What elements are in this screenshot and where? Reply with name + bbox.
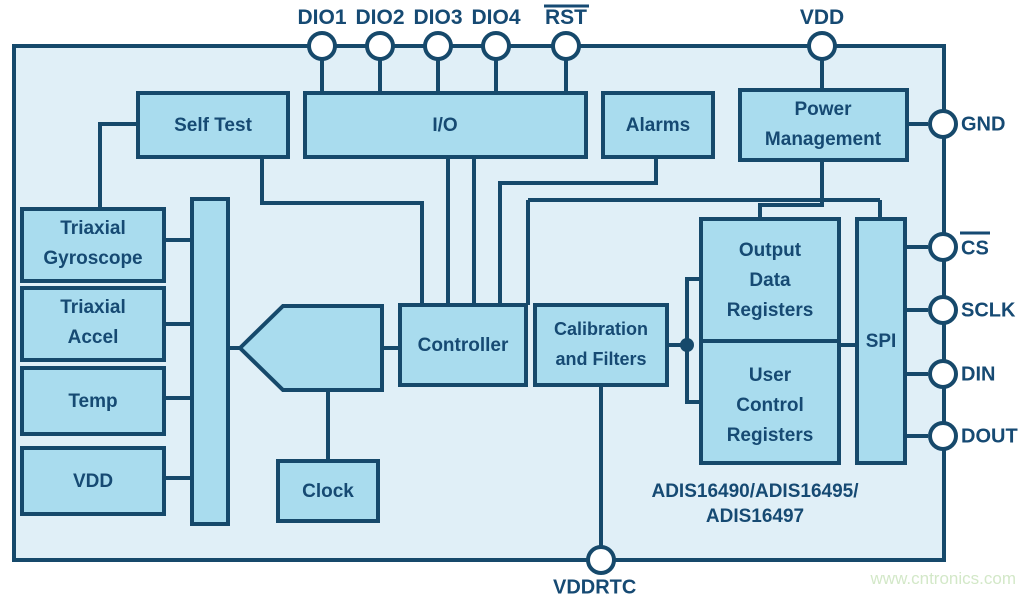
block-output-registers-label-1: Output <box>739 240 802 261</box>
block-user-registers-label-3: Registers <box>727 425 814 446</box>
pin-cs[interactable] <box>928 232 958 262</box>
block-gyroscope-label-1: Triaxial <box>60 218 126 239</box>
block-power-management-label-2: Management <box>765 129 882 150</box>
pin-label-vddrtc: VDDRTC <box>553 576 636 598</box>
pin-label-sclk: SCLK <box>961 299 1016 321</box>
functional-block-diagram: Self Test I/O Alarms Power Management Tr… <box>12 4 1018 598</box>
block-clock-label: Clock <box>302 481 354 502</box>
pin-dio3[interactable] <box>423 31 453 61</box>
block-alarms-label: Alarms <box>626 115 690 136</box>
pin-label-dio1: DIO1 <box>297 6 346 29</box>
pin-vdd[interactable] <box>807 31 837 61</box>
block-self-test-label: Self Test <box>174 115 252 136</box>
pin-dio2[interactable] <box>365 31 395 61</box>
watermark: www.cntronics.com <box>870 569 1016 588</box>
pin-label-dout: DOUT <box>961 425 1018 447</box>
pin-dio1[interactable] <box>307 31 337 61</box>
pin-label-dio2: DIO2 <box>355 6 404 29</box>
pin-vddrtc[interactable] <box>586 545 616 575</box>
pin-label-din: DIN <box>961 363 995 385</box>
pin-label-cs: CS <box>961 237 989 259</box>
pin-label-gnd: GND <box>961 113 1005 135</box>
pin-dio4[interactable] <box>481 31 511 61</box>
block-user-registers-label-1: User <box>749 365 792 386</box>
part-numbers-line-2: ADIS16497 <box>706 506 804 527</box>
block-accel-label-1: Triaxial <box>60 297 126 318</box>
block-vdd-sensor-label: VDD <box>73 471 113 492</box>
pin-dout[interactable] <box>928 421 958 451</box>
pin-din[interactable] <box>928 359 958 389</box>
pin-label-vdd: VDD <box>800 6 844 29</box>
block-spi-label: SPI <box>866 331 897 352</box>
block-accel-label-2: Accel <box>68 327 119 348</box>
block-user-registers-label-2: Control <box>736 395 804 416</box>
block-controller-label: Controller <box>418 335 509 356</box>
block-io-label: I/O <box>432 115 457 136</box>
pin-rst[interactable] <box>551 31 581 61</box>
pin-sclk[interactable] <box>928 295 958 325</box>
pin-gnd[interactable] <box>928 109 958 139</box>
pin-label-rst: RST <box>545 6 587 29</box>
pin-label-dio4: DIO4 <box>471 6 520 29</box>
block-calibration-label-1: Calibration <box>554 319 648 339</box>
block-gyroscope-label-2: Gyroscope <box>43 248 142 269</box>
block-calibration-label-2: and Filters <box>555 349 646 369</box>
block-calibration-and-filters[interactable] <box>533 303 669 387</box>
block-diagram-canvas: Self Test I/O Alarms Power Management Tr… <box>0 0 1031 598</box>
block-output-registers-label-2: Data <box>749 270 791 291</box>
block-temp-label: Temp <box>68 391 117 412</box>
block-output-registers-label-3: Registers <box>727 300 814 321</box>
pin-label-dio3: DIO3 <box>413 6 462 29</box>
block-power-management-label-1: Power <box>794 99 852 120</box>
part-numbers-line-1: ADIS16490/ADIS16495/ <box>651 481 859 502</box>
block-sensor-bus-bar[interactable] <box>190 197 230 526</box>
